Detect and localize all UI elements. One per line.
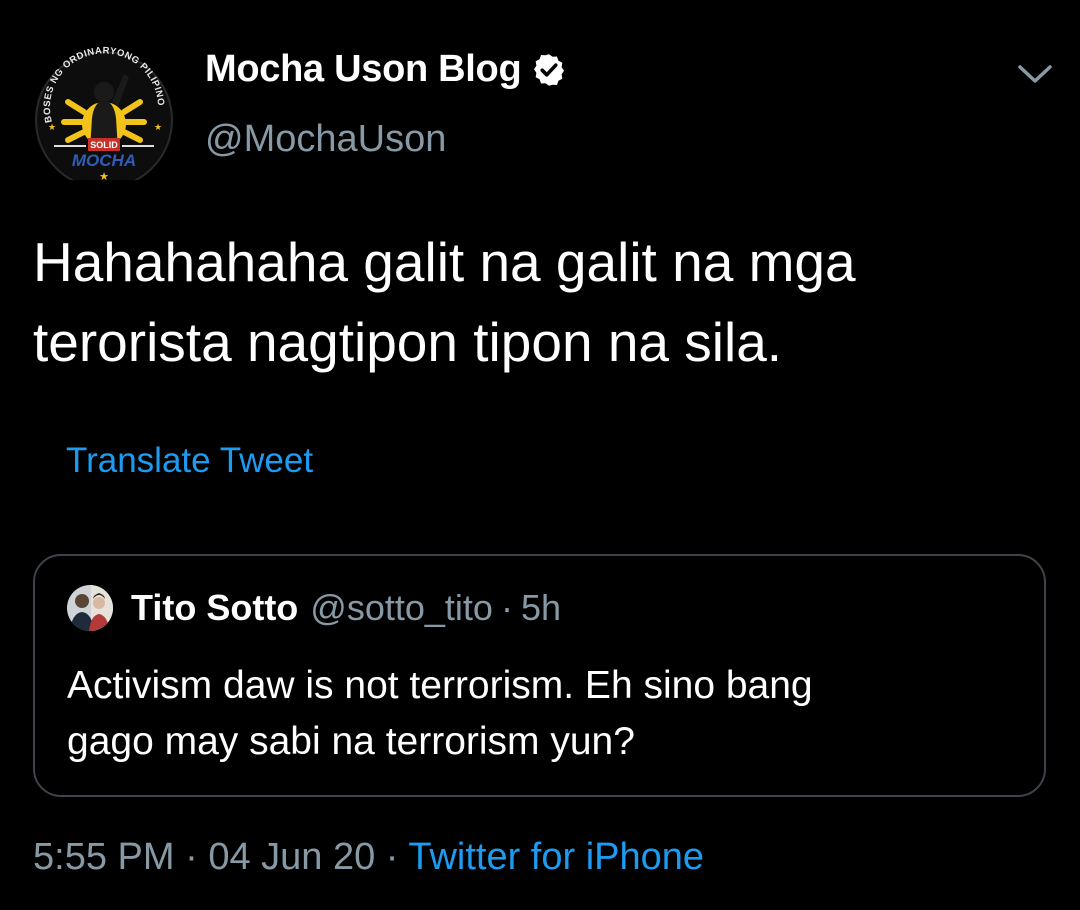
quoted-separator: · [500,587,513,628]
author-handle[interactable]: @MochaUson [205,118,446,161]
tweet-text: Hahahahaha galit na galit na mga teroris… [33,222,1043,382]
svg-text:★: ★ [48,122,56,132]
verified-badge-icon [534,53,565,86]
svg-text:★: ★ [99,171,109,180]
quoted-text-line: gago may sabi na terrorism yun? [67,720,635,763]
footer-separator: · [385,836,399,878]
tweet-time[interactable]: 5:55 PM [33,836,175,878]
quoted-header: Tito Sotto @sotto_tito · 5h [131,587,561,629]
quoted-author-avatar [67,585,113,631]
avatar-badge-top: SOLID [90,140,118,150]
quoted-text-line: Activism daw is not terrorism. Eh sino b… [67,664,813,707]
tweet-footer: 5:55 PM · 04 Jun 20 · Twitter for iPhone [33,836,704,879]
quoted-tweet-card[interactable]: Tito Sotto @sotto_tito · 5h Activism daw… [33,554,1046,797]
tweet-date[interactable]: 04 Jun 20 [208,836,375,878]
tweet-source-link[interactable]: Twitter for iPhone [408,836,704,878]
tweet-text-line: Hahahahaha galit na galit na mga [33,231,856,293]
footer-separator: · [185,836,198,878]
author-name-row[interactable]: Mocha Uson Blog [205,48,567,91]
quoted-text: Activism daw is not terrorism. Eh sino b… [67,658,1007,770]
quoted-display-name: Tito Sotto [131,587,299,628]
svg-text:★: ★ [154,122,162,132]
tweet-text-line: terorista nagtipon tipon na sila. [33,311,783,373]
quoted-handle: @sotto_tito [310,587,493,628]
avatar-badge-bottom: MOCHA [72,151,136,170]
author-avatar[interactable]: BOSES NG ORDINARYONG PILIPINO SOLID MOCH… [28,40,178,189]
quoted-time: 5h [520,587,561,628]
chevron-down-icon[interactable] [1016,62,1054,86]
author-display-name[interactable]: Mocha Uson Blog [205,48,522,91]
translate-tweet-link[interactable]: Translate Tweet [66,441,313,481]
